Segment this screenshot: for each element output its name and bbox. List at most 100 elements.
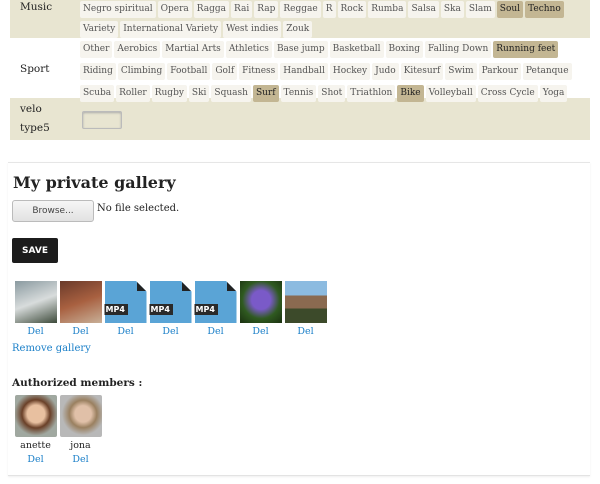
sport-label: Sport [20,63,50,75]
tag-option[interactable]: Slam [465,1,495,18]
gallery-item: MP4 Del [193,281,238,337]
music-row: Music Negro spiritual Opera Ragga Rai Rap Reg… [10,0,590,38]
tag-option[interactable]: Squash [211,85,251,102]
page-fold-icon [226,281,237,291]
tag-option[interactable]: R [322,1,336,18]
tag-option[interactable]: Swim [445,63,477,80]
tag-option[interactable]: Football [167,63,211,80]
tag-option[interactable]: Falling Down [425,41,492,58]
gallery-item: MP4 Del [148,281,193,337]
page-fold-icon [181,281,192,291]
tag-option[interactable]: Ska [440,1,464,18]
tag-option[interactable]: West indies [223,21,282,38]
tag-option[interactable]: Reggae [280,1,321,18]
tag-option[interactable]: Kitesurf [400,63,444,80]
delete-link[interactable]: Del [117,326,133,337]
velo-label: velo type5 [10,98,80,140]
browse-button[interactable]: Browse... [12,200,94,222]
tag-option[interactable]: Shot [318,85,346,102]
delete-link[interactable]: Del [72,326,88,337]
tag-option[interactable]: Zouk [283,21,313,38]
member-name: jona [70,440,91,451]
gallery-thumbnail[interactable] [239,281,282,323]
tag-option[interactable]: Ragga [193,1,230,18]
tag-option[interactable]: Surf [252,85,279,102]
tag-option[interactable]: Rock [337,1,367,18]
delete-link[interactable]: Del [297,326,313,337]
profile-options-table: Music Negro spiritual Opera Ragga Rai Rap Reg… [10,0,590,140]
tag-option[interactable]: Aerobics [114,41,161,58]
mp4-file-icon[interactable]: MP4 [149,281,192,323]
private-gallery-card: My private gallery Browse... No file sel… [8,162,590,476]
tag-option[interactable]: Tennis [280,85,317,102]
velo-label-2: type5 [20,122,50,134]
tag-option[interactable]: Other [80,41,113,58]
tag-option[interactable]: Yoga [539,85,568,102]
gallery-item: MP4 Del [103,281,148,337]
sport-tags: Other Aerobics Martial Arts Athletics Base j… [80,40,590,102]
gallery-item: Del [58,281,103,337]
tag-option[interactable]: Running feet [493,41,559,58]
gallery-item: Del [238,281,283,337]
gallery-thumbnail[interactable] [59,281,102,323]
tag-option[interactable]: Volleyball [425,85,476,102]
tag-option[interactable]: Rai [231,1,253,18]
tag-option[interactable]: Athletics [225,41,272,58]
tag-option[interactable]: Martial Arts [162,41,224,58]
avatar[interactable] [59,395,102,437]
mp4-badge: MP4 [149,304,173,315]
tag-option[interactable]: Triathlon [347,85,396,102]
tag-option[interactable]: Rugby [151,85,187,102]
tag-option[interactable]: International Variety [120,21,222,38]
save-button[interactable]: SAVE [12,238,58,263]
tag-option[interactable]: Boxing [385,41,424,58]
tag-option[interactable]: Fitness [239,63,279,80]
gallery-item: Del [13,281,58,337]
velo-row: velo type5 [10,98,590,140]
delete-link[interactable]: Del [27,326,43,337]
tag-option[interactable]: Bike [397,85,424,102]
delete-link[interactable]: Del [252,326,268,337]
velo-label-1: velo [20,103,42,115]
tag-option[interactable]: Basketball [329,41,384,58]
gallery-items: Del Del MP4 Del MP4 Del MP4 Del Del Del [13,281,328,337]
tag-option[interactable]: Salsa [408,1,439,18]
delete-link[interactable]: Del [207,326,223,337]
tag-option[interactable]: Negro spiritual [80,1,156,18]
tag-option[interactable]: Parkour [478,63,521,80]
sport-row: Sport Other Aerobics Martial Arts Athletics… [10,38,590,102]
tag-option[interactable]: Cross Cycle [477,85,538,102]
tag-option[interactable]: Golf [212,63,238,80]
tag-option[interactable]: Handball [280,63,328,80]
authorized-members-title: Authorized members : [12,377,143,389]
tag-option[interactable]: Techno [525,1,564,18]
tag-option[interactable]: Judo [372,63,399,80]
mp4-file-icon[interactable]: MP4 [104,281,147,323]
delete-member-link[interactable]: Del [27,454,43,465]
tag-option[interactable]: Rap [254,1,279,18]
tag-option[interactable]: Variety [80,21,119,38]
gallery-item: Del [283,281,328,337]
gallery-thumbnail[interactable] [14,281,57,323]
member-item: jona Del [58,395,103,465]
tag-option[interactable]: Ski [188,85,210,102]
mp4-badge: MP4 [104,304,128,315]
tag-option[interactable]: Riding [80,63,116,80]
member-item: anette Del [13,395,58,465]
tag-option[interactable]: Climbing [117,63,166,80]
music-label: Music [20,1,53,13]
tag-option[interactable]: Rumba [368,1,407,18]
file-status: No file selected. [97,203,180,214]
tag-option[interactable]: Hockey [329,63,371,80]
gallery-thumbnail[interactable] [284,281,327,323]
tag-option[interactable]: Base jump [273,41,328,58]
velo-type-input[interactable] [82,110,122,129]
avatar[interactable] [14,395,57,437]
delete-member-link[interactable]: Del [72,454,88,465]
tag-option[interactable]: Opera [157,1,192,18]
delete-link[interactable]: Del [162,326,178,337]
tag-option[interactable]: Petanque [522,63,572,80]
mp4-file-icon[interactable]: MP4 [194,281,237,323]
remove-gallery-link[interactable]: Remove gallery [12,343,91,354]
tag-option[interactable]: Soul [496,1,524,18]
